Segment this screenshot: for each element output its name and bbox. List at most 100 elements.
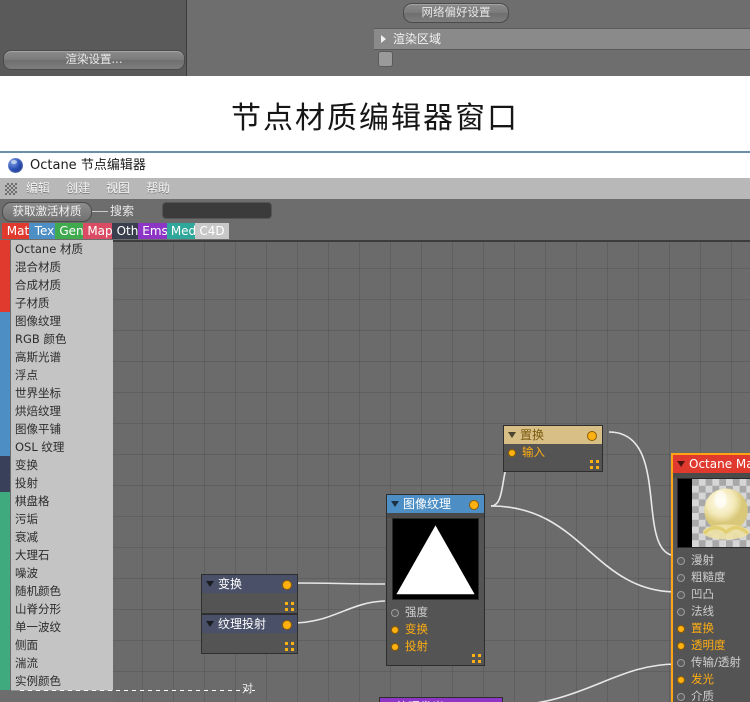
- category-tag-c4d[interactable]: C4D: [195, 223, 229, 239]
- sidebar-item-row[interactable]: 随机颜色: [11, 582, 113, 601]
- port-dot[interactable]: [677, 676, 685, 684]
- sidebar-item-10[interactable]: 图像平铺: [0, 420, 113, 439]
- collapse-triangle-icon[interactable]: [677, 461, 685, 467]
- sidebar-item-row[interactable]: Octane 材质: [11, 240, 113, 259]
- node-texture-projection[interactable]: 纹理投射: [201, 614, 298, 654]
- port-dot[interactable]: [677, 591, 685, 599]
- sidebar-item-row[interactable]: 图像平铺: [11, 420, 113, 439]
- search-input[interactable]: [162, 202, 272, 219]
- port-dot[interactable]: [677, 608, 685, 616]
- node-output-port[interactable]: [282, 580, 292, 590]
- port-dot[interactable]: [677, 642, 685, 650]
- node-port-强度[interactable]: 强度: [387, 604, 484, 621]
- node-resize-handle[interactable]: [285, 602, 294, 611]
- render-region-row[interactable]: 渲染区域: [374, 28, 750, 50]
- node-displacement[interactable]: 置换 输入: [503, 425, 603, 472]
- sidebar-item-row[interactable]: RGB 颜色: [11, 330, 113, 349]
- node-port-发光[interactable]: 发光: [673, 671, 750, 688]
- collapse-triangle-icon[interactable]: [391, 501, 399, 507]
- sidebar-item-row[interactable]: 合成材质: [11, 276, 113, 295]
- sidebar-item-row[interactable]: 山脊分形: [11, 600, 113, 619]
- sidebar-item-16[interactable]: 衰减: [0, 528, 113, 547]
- node-port-粗糙度[interactable]: 粗糙度: [673, 569, 750, 586]
- node-header[interactable]: 纹理投射: [202, 615, 297, 633]
- node-port-漫射[interactable]: 漫射: [673, 552, 750, 569]
- node-port-透明度[interactable]: 透明度: [673, 637, 750, 654]
- node-port-传输/透射[interactable]: 传输/透射: [673, 654, 750, 671]
- sidebar-item-14[interactable]: 棋盘格: [0, 492, 113, 511]
- node-port-置换[interactable]: 置换: [673, 620, 750, 637]
- sidebar-item-6[interactable]: 高斯光谱: [0, 348, 113, 367]
- sidebar-item-23[interactable]: 湍流: [0, 654, 113, 673]
- node-port-凹凸[interactable]: 凹凸: [673, 586, 750, 603]
- node-output-port[interactable]: [469, 500, 479, 510]
- menu-grip-icon[interactable]: [5, 183, 17, 195]
- sidebar-item-24[interactable]: 实例颜色: [0, 672, 113, 691]
- sidebar-item-3[interactable]: 子材质: [0, 294, 113, 313]
- sidebar-item-13[interactable]: 投射: [0, 474, 113, 493]
- sidebar-item-row[interactable]: 浮点: [11, 366, 113, 385]
- sidebar-item-20[interactable]: 山脊分形: [0, 600, 113, 619]
- menu-item-edit[interactable]: 编辑: [23, 180, 53, 197]
- node-graph-canvas[interactable]: 置换输入图像纹理强度变换投射变换纹理投射纹理发光纹理分配图像纹理强度变换投射Oc…: [113, 240, 750, 702]
- node-port-输入[interactable]: 输入: [504, 444, 602, 461]
- collapse-triangle-icon[interactable]: [206, 581, 214, 587]
- sidebar-item-row[interactable]: 混合材质: [11, 258, 113, 277]
- sidebar-item-row[interactable]: 污垢: [11, 510, 113, 529]
- sidebar-item-19[interactable]: 随机颜色: [0, 582, 113, 601]
- sidebar-item-1[interactable]: 混合材质: [0, 258, 113, 277]
- node-resize-handle[interactable]: [285, 642, 294, 651]
- port-dot[interactable]: [391, 609, 399, 617]
- network-preferences-button[interactable]: 网络偏好设置: [403, 3, 509, 23]
- sidebar-item-row[interactable]: OSL 纹理: [11, 438, 113, 457]
- sidebar-item-row[interactable]: 投射: [11, 474, 113, 493]
- sidebar-item-row[interactable]: 烘焙纹理: [11, 402, 113, 421]
- node-header[interactable]: 置换: [504, 426, 602, 444]
- port-dot[interactable]: [677, 574, 685, 582]
- menu-item-view[interactable]: 视图: [103, 180, 133, 197]
- sidebar-item-12[interactable]: 变换: [0, 456, 113, 475]
- node-output-port[interactable]: [587, 431, 597, 441]
- sidebar-item-row[interactable]: 子材质: [11, 294, 113, 313]
- sidebar-item-row[interactable]: 湍流: [11, 654, 113, 673]
- node-header[interactable]: 变换: [202, 575, 297, 593]
- sidebar-item-4[interactable]: 图像纹理: [0, 312, 113, 331]
- port-dot[interactable]: [677, 625, 685, 633]
- node-port-投射[interactable]: 投射: [387, 638, 484, 655]
- port-dot[interactable]: [677, 659, 685, 667]
- sidebar-item-21[interactable]: 单一波纹: [0, 618, 113, 637]
- sidebar-item-8[interactable]: 世界坐标: [0, 384, 113, 403]
- node-resize-handle[interactable]: [590, 460, 599, 469]
- node-octane-material[interactable]: Octane Mat漫射粗糙度凹凸法线置换透明度传输/透射发光介质: [671, 453, 750, 702]
- sidebar-item-9[interactable]: 烘焙纹理: [0, 402, 113, 421]
- sidebar-item-0[interactable]: Octane 材质: [0, 240, 113, 259]
- node-port-变换[interactable]: 变换: [387, 621, 484, 638]
- node-header[interactable]: 纹理发光: [380, 698, 502, 702]
- sidebar-item-15[interactable]: 污垢: [0, 510, 113, 529]
- node-output-port[interactable]: [282, 620, 292, 630]
- sidebar-item-row[interactable]: 图像纹理: [11, 312, 113, 331]
- sidebar-item-row[interactable]: 棋盘格: [11, 492, 113, 511]
- node-port-法线[interactable]: 法线: [673, 603, 750, 620]
- node-header[interactable]: 图像纹理: [387, 495, 484, 513]
- sidebar-item-row[interactable]: 实例颜色: [11, 672, 113, 691]
- sidebar-item-18[interactable]: 噪波: [0, 564, 113, 583]
- collapse-triangle-icon[interactable]: [206, 621, 214, 627]
- render-region-checkbox[interactable]: [378, 51, 393, 67]
- collapse-triangle-icon[interactable]: [508, 432, 516, 438]
- sidebar-item-row[interactable]: 侧面: [11, 636, 113, 655]
- sidebar-item-17[interactable]: 大理石: [0, 546, 113, 565]
- node-image-texture-top[interactable]: 图像纹理强度 变换 投射: [386, 494, 485, 666]
- sidebar-item-row[interactable]: 世界坐标: [11, 384, 113, 403]
- menu-item-help[interactable]: 帮助: [143, 180, 173, 197]
- get-active-material-button[interactable]: 获取激活材质: [2, 202, 92, 222]
- sidebar-item-row[interactable]: 高斯光谱: [11, 348, 113, 367]
- port-dot[interactable]: [508, 449, 516, 457]
- expand-triangle-icon[interactable]: [381, 35, 386, 43]
- port-dot[interactable]: [391, 626, 399, 634]
- sidebar-item-row[interactable]: 变换: [11, 456, 113, 475]
- menu-item-create[interactable]: 创建: [63, 180, 93, 197]
- node-type-sidebar[interactable]: Octane 材质 混合材质 合成材质 子材质 图像纹理 RGB 颜色 高斯光谱 浮点 世界坐标…: [0, 240, 113, 702]
- render-settings-button[interactable]: 渲染设置...: [3, 50, 185, 70]
- sidebar-item-11[interactable]: OSL 纹理: [0, 438, 113, 457]
